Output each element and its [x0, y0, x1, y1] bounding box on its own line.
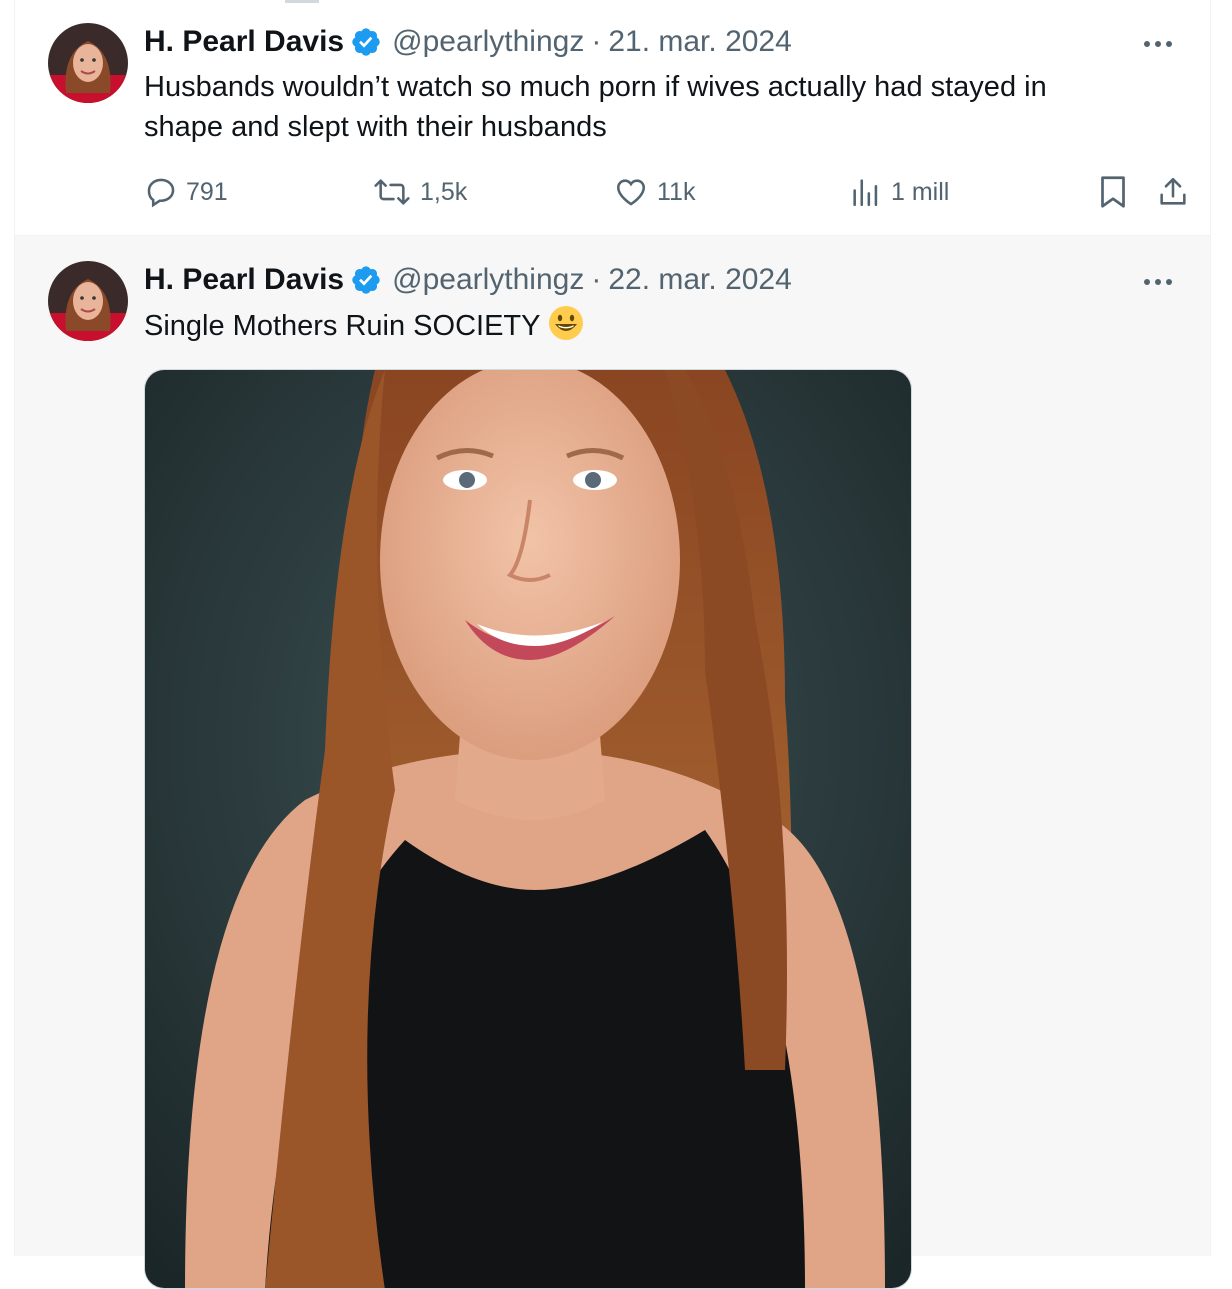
repost-count: 1,5k	[420, 177, 468, 206]
verified-badge-icon	[350, 264, 382, 296]
author-name[interactable]: H. Pearl Davis	[144, 263, 344, 297]
tweet-text: Single Mothers Ruin SOCIETY	[144, 310, 541, 342]
analytics-icon	[853, 179, 878, 207]
view-count: 1 mill	[891, 177, 950, 206]
tweet-text: Husbands wouldn’t watch so much porn if …	[144, 71, 1047, 143]
tweet-text-container: Single Mothers Ruin SOCIETY	[144, 305, 1130, 352]
tweet-header: H. Pearl Davis @pearlythingz · 21. mar. …	[144, 24, 792, 60]
heart-icon	[616, 179, 646, 206]
author-handle[interactable]: @pearlythingz	[392, 25, 584, 59]
author-handle[interactable]: @pearlythingz	[392, 263, 584, 297]
timeline-feed: H. Pearl Davis @pearlythingz · 21. mar. …	[14, 0, 1211, 1289]
more-options-icon[interactable]	[1140, 32, 1176, 56]
avatar[interactable]	[48, 23, 128, 103]
reply-button[interactable]: 791	[144, 172, 228, 212]
repost-button[interactable]: 1,5k	[372, 172, 467, 212]
author-name[interactable]: H. Pearl Davis	[144, 25, 344, 59]
verified-badge-icon	[350, 26, 382, 58]
tweet-photo[interactable]	[144, 369, 912, 1289]
tweet-date[interactable]: 21. mar. 2024	[608, 25, 791, 59]
tweet-card[interactable]: H. Pearl Davis @pearlythingz · 22. mar. …	[15, 236, 1210, 1289]
like-button[interactable]: 11k	[613, 172, 695, 212]
bookmark-icon	[1101, 176, 1125, 208]
more-options-icon[interactable]	[1140, 270, 1176, 294]
separator-dot: ·	[591, 25, 602, 58]
tweet-actions: 791 1,5k 11k 1 mill	[144, 172, 1186, 212]
views-button[interactable]: 1 mill	[849, 172, 949, 212]
reply-count: 791	[186, 177, 228, 206]
share-button[interactable]	[1156, 172, 1198, 212]
tweet-date[interactable]: 22. mar. 2024	[608, 263, 791, 297]
tweet-card[interactable]: H. Pearl Davis @pearlythingz · 21. mar. …	[15, 0, 1210, 236]
share-icon	[1160, 177, 1186, 205]
avatar[interactable]	[48, 261, 128, 341]
grinning-face-emoji	[548, 305, 584, 352]
like-count: 11k	[657, 177, 696, 206]
repost-icon	[374, 179, 410, 205]
thread-connector	[285, 0, 319, 3]
tweet-header: H. Pearl Davis @pearlythingz · 22. mar. …	[144, 262, 792, 298]
reply-icon	[147, 178, 175, 208]
bookmark-button[interactable]	[1098, 172, 1136, 212]
separator-dot: ·	[591, 263, 602, 296]
